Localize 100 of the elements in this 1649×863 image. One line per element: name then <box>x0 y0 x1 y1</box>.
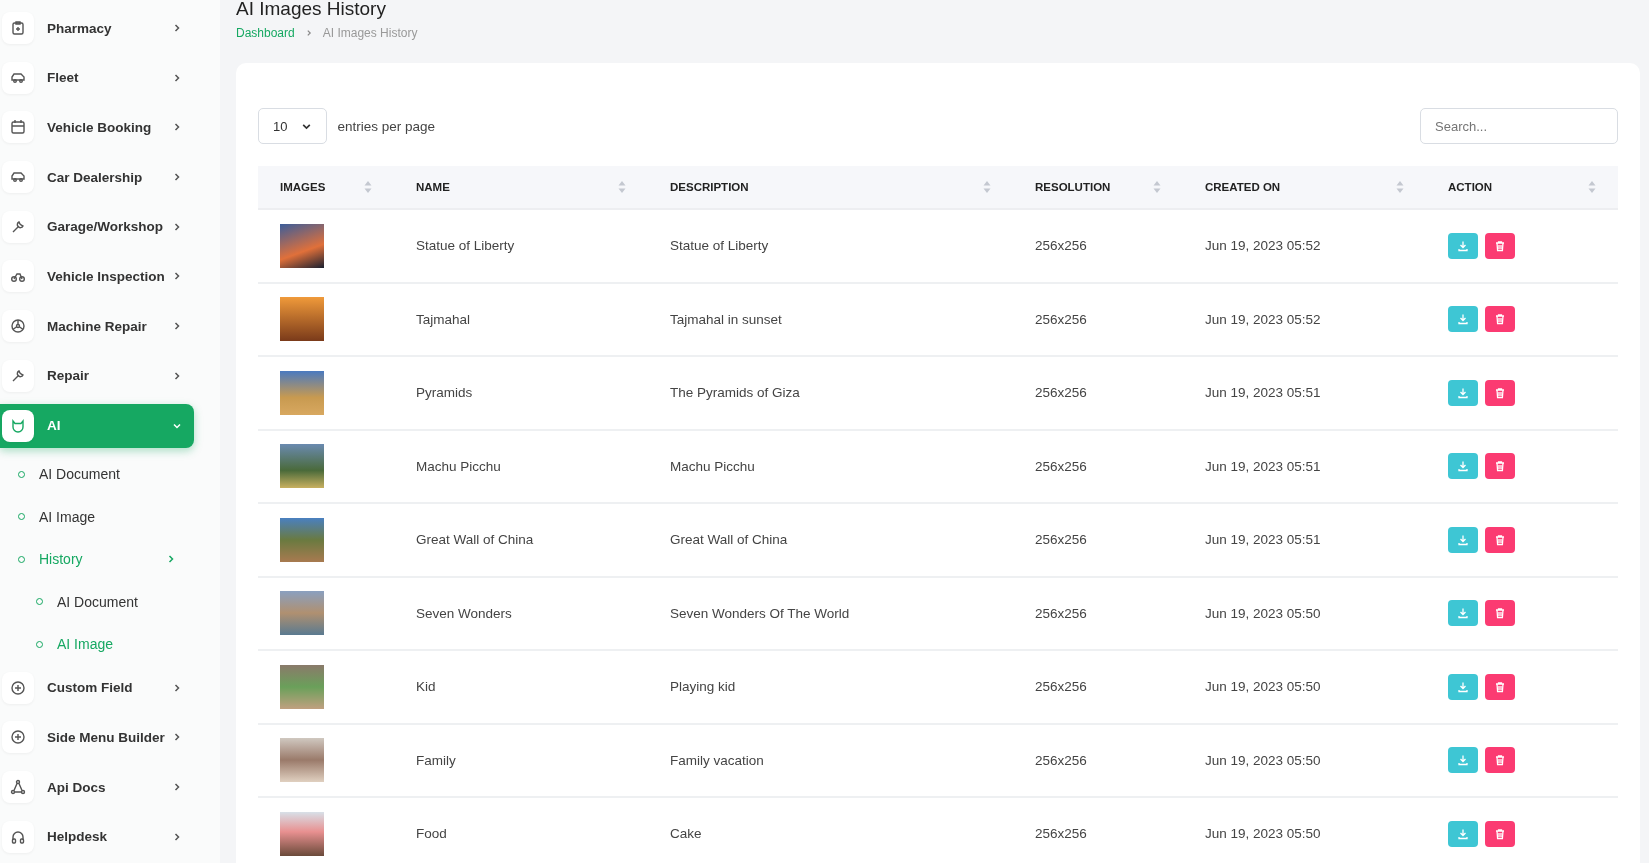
sort-icon <box>1153 180 1161 194</box>
sort-icon <box>618 180 626 194</box>
download-icon <box>1457 827 1469 840</box>
photo-placeholder <box>280 517 324 562</box>
sidebar-item[interactable]: Fleet <box>0 55 194 100</box>
menu-icon <box>2 409 34 442</box>
download-button[interactable] <box>1448 306 1478 333</box>
download-icon <box>1457 460 1469 473</box>
delete-button[interactable] <box>1485 526 1515 553</box>
sidebar-item[interactable]: Side Menu Builder <box>0 715 194 760</box>
photo-placeholder <box>280 444 324 489</box>
photo-placeholder <box>280 370 324 415</box>
date-cell: Jun 19, 2023 05:51 <box>1183 356 1426 430</box>
page-title: AI Images History <box>236 0 387 20</box>
download-button[interactable] <box>1448 747 1478 774</box>
delete-button[interactable] <box>1485 453 1515 480</box>
download-icon <box>1457 386 1469 399</box>
column-header[interactable]: IMAGES <box>258 166 394 209</box>
download-button[interactable] <box>1448 820 1478 847</box>
download-icon <box>1457 239 1469 252</box>
date-cell: Jun 19, 2023 05:51 <box>1183 503 1426 577</box>
delete-button[interactable] <box>1485 600 1515 627</box>
delete-button[interactable] <box>1485 232 1515 259</box>
download-icon <box>1457 607 1469 620</box>
download-button[interactable] <box>1448 232 1478 259</box>
name-cell: Food <box>394 797 648 863</box>
description-cell: Playing kid <box>648 650 1013 724</box>
column-header[interactable]: CREATED ON <box>1183 166 1426 209</box>
sidebar-item[interactable]: Vehicle Booking <box>0 105 194 150</box>
column-header[interactable]: RESOLUTION <box>1013 166 1183 209</box>
sidebar-item[interactable]: Custom Field <box>0 665 194 710</box>
download-button[interactable] <box>1448 526 1478 553</box>
entries-label: entries per page <box>337 118 436 134</box>
sidebar-item[interactable]: Api Docs <box>0 765 194 810</box>
download-icon <box>1457 680 1469 693</box>
breadcrumb-current: AI Images History <box>322 26 418 40</box>
submenu-item[interactable]: AI Image <box>0 495 194 539</box>
sort-icon <box>1396 180 1404 194</box>
description-cell: Cake <box>648 797 1013 863</box>
sidebar-item[interactable]: Garage/Workshop <box>0 204 194 249</box>
description-cell: Statue of Liberty <box>648 209 1013 283</box>
trash-icon <box>1494 827 1506 840</box>
name-cell: Statue of Liberty <box>394 209 648 283</box>
resolution-cell: 256x256 <box>1013 503 1183 577</box>
name-cell: Seven Wonders <box>394 576 648 650</box>
trash-icon <box>1494 533 1506 546</box>
date-cell: Jun 19, 2023 05:50 <box>1183 723 1426 797</box>
chevron-icon <box>172 172 182 183</box>
sidebar-item[interactable]: Repair <box>0 353 194 398</box>
trash-icon <box>1494 460 1506 473</box>
sidebar-item[interactable]: Pharmacy <box>0 6 194 50</box>
sidebar-item[interactable]: Helpdesk <box>0 814 194 859</box>
column-header[interactable]: ACTION <box>1426 166 1618 209</box>
description-cell: Machu Picchu <box>648 429 1013 503</box>
trash-icon <box>1494 313 1506 326</box>
delete-button[interactable] <box>1485 673 1515 700</box>
delete-button[interactable] <box>1485 379 1515 406</box>
sort-icon <box>1588 180 1596 194</box>
resolution-cell: 256x256 <box>1013 429 1183 503</box>
photo-placeholder <box>280 664 324 709</box>
name-cell: Machu Picchu <box>394 429 648 503</box>
download-button[interactable] <box>1448 673 1478 700</box>
date-cell: Jun 19, 2023 05:50 <box>1183 576 1426 650</box>
column-header[interactable]: NAME <box>394 166 648 209</box>
name-cell: Great Wall of China <box>394 503 648 577</box>
submenu-item[interactable]: AI Document <box>0 580 194 624</box>
sidebar-item[interactable]: Machine Repair <box>0 304 194 349</box>
chevron-icon <box>172 221 182 232</box>
download-button[interactable] <box>1448 453 1478 480</box>
search-field[interactable]: Search... <box>1420 108 1618 144</box>
date-cell: Jun 19, 2023 05:52 <box>1183 209 1426 283</box>
chevron-icon <box>172 122 182 133</box>
resolution-cell: 256x256 <box>1013 576 1183 650</box>
name-cell: Pyramids <box>394 356 648 430</box>
resolution-cell: 256x256 <box>1013 650 1183 724</box>
name-cell: Kid <box>394 650 648 724</box>
date-cell: Jun 19, 2023 05:51 <box>1183 429 1426 503</box>
chevron-icon <box>172 831 182 842</box>
download-button[interactable] <box>1448 379 1478 406</box>
sidebar-item[interactable]: Car Dealership <box>0 155 194 200</box>
resolution-cell: 256x256 <box>1013 282 1183 356</box>
description-cell: The Pyramids of Giza <box>648 356 1013 430</box>
sidebar-item[interactable]: Vehicle Inspection <box>0 254 194 299</box>
delete-button[interactable] <box>1485 820 1515 847</box>
trash-icon <box>1494 607 1506 620</box>
submenu-item[interactable]: AI Document <box>0 453 194 496</box>
name-cell: Tajmahal <box>394 282 648 356</box>
chevron-icon <box>172 370 182 381</box>
delete-button[interactable] <box>1485 747 1515 774</box>
photo-placeholder <box>280 811 324 856</box>
trash-icon <box>1494 754 1506 767</box>
delete-button[interactable] <box>1485 306 1515 333</box>
photo-placeholder <box>280 297 324 342</box>
resolution-cell: 256x256 <box>1013 723 1183 797</box>
chevron-icon <box>172 271 182 282</box>
column-header[interactable]: DESCRIPTION <box>648 166 1013 209</box>
entries-select[interactable]: 10 <box>258 108 328 144</box>
download-button[interactable] <box>1448 600 1478 627</box>
download-icon <box>1457 313 1469 326</box>
chevron-icon <box>172 682 182 693</box>
